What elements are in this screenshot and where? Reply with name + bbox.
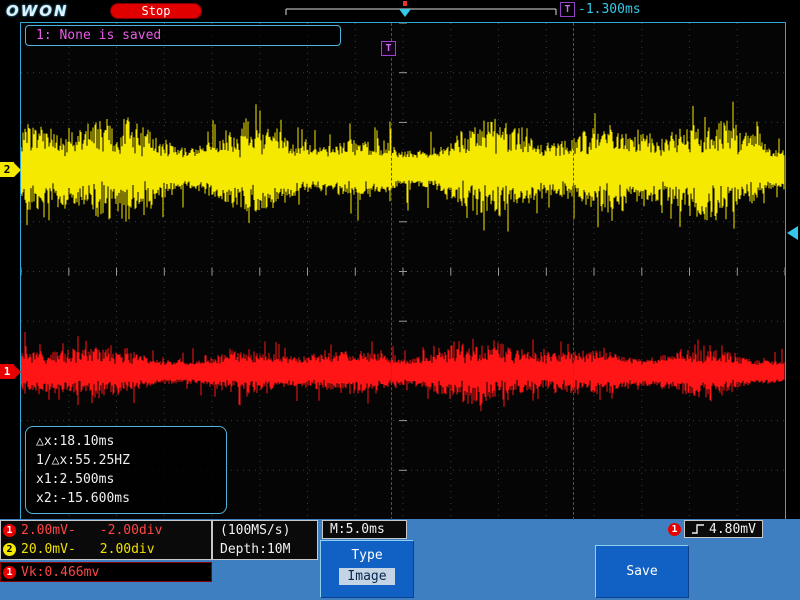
trigger-source-badge: 1 <box>668 523 681 536</box>
ch2-badge: 2 <box>3 543 16 556</box>
cursor-freq: 1/△x:55.25HZ <box>36 451 216 470</box>
channel2-marker-arrow-icon <box>14 163 21 177</box>
owon-logo: OWON <box>6 2 69 20</box>
trigger-t-icon: T <box>560 2 575 17</box>
save-button[interactable]: Save <box>595 545 689 598</box>
trigger-time-value: -1.300ms <box>578 2 641 17</box>
ch1-badge: 1 <box>3 524 16 537</box>
channel-info-box: 1 2.00mV- -2.00div 2 20.0mV- 2.00div <box>0 520 212 560</box>
type-value-image[interactable]: Image <box>339 568 394 585</box>
vk-readout-box: 1 Vk:0.466mv <box>0 562 212 582</box>
time-cursor-2[interactable] <box>573 23 574 520</box>
channel1-info-row: 1 2.00mV- -2.00div <box>1 521 211 540</box>
timebase-readout: M:5.0ms <box>322 520 407 539</box>
cursor-delta-x: △x:18.10ms <box>36 432 216 451</box>
trigger-level-marker[interactable] <box>787 226 798 240</box>
trigger-level-value: 4.80mV <box>709 522 756 537</box>
type-menu-button[interactable]: Type Image <box>320 540 414 598</box>
message-text: 1: None is saved <box>26 26 340 43</box>
channel2-position-marker[interactable]: 2 <box>0 162 22 177</box>
trigger-position-marker[interactable]: T <box>381 41 396 56</box>
ch1-scale: 2.00mV- <box>21 523 76 538</box>
memory-depth: Depth:10M <box>213 540 317 559</box>
cursor-measurement-box: △x:18.10ms 1/△x:55.25HZ x1:2.500ms x2:-1… <box>25 426 227 514</box>
run-stop-button[interactable]: Stop <box>110 3 202 19</box>
cursor-x2: x2:-15.600ms <box>36 489 216 508</box>
channel1-marker-arrow-icon <box>14 365 21 379</box>
trigger-level-box: 4.80mV <box>684 520 763 538</box>
acquisition-info-box: (100MS/s) Depth:10M <box>212 520 318 560</box>
vk-channel-badge: 1 <box>3 566 16 579</box>
top-bar: OWON Stop T -1.300ms <box>0 0 800 22</box>
trigger-level-readout: 1 4.80mV <box>668 520 763 538</box>
trigger-position-tick <box>403 1 407 6</box>
cursor-x1: x1:2.500ms <box>36 470 216 489</box>
type-label: Type <box>321 548 413 563</box>
oscilloscope-screen: OWON Stop T -1.300ms T 1: None is saved … <box>0 0 800 600</box>
trigger-time-readout: T -1.300ms <box>560 2 641 17</box>
rising-edge-icon <box>691 523 705 535</box>
channel1-marker-label: 1 <box>0 364 14 379</box>
vk-value: Vk:0.466mv <box>21 565 99 580</box>
status-bar: 1 2.00mV- -2.00div 2 20.0mV- 2.00div 1 V… <box>0 519 800 600</box>
time-cursor-1[interactable] <box>391 23 392 520</box>
ch2-offset: 2.00div <box>100 542 155 557</box>
channel2-marker-label: 2 <box>0 162 14 177</box>
channel1-position-marker[interactable]: 1 <box>0 364 22 379</box>
channel2-info-row: 2 20.0mV- 2.00div <box>1 540 211 559</box>
waveform-display: T 1: None is saved △x:18.10ms 1/△x:55.25… <box>20 22 786 521</box>
sample-rate: (100MS/s) <box>213 521 317 540</box>
record-position-ruler <box>283 0 563 22</box>
ch1-offset: -2.00div <box>100 523 163 538</box>
window-position-arrow-icon <box>399 9 411 17</box>
ch2-scale: 20.0mV- <box>21 542 76 557</box>
message-box: 1: None is saved <box>25 25 341 46</box>
